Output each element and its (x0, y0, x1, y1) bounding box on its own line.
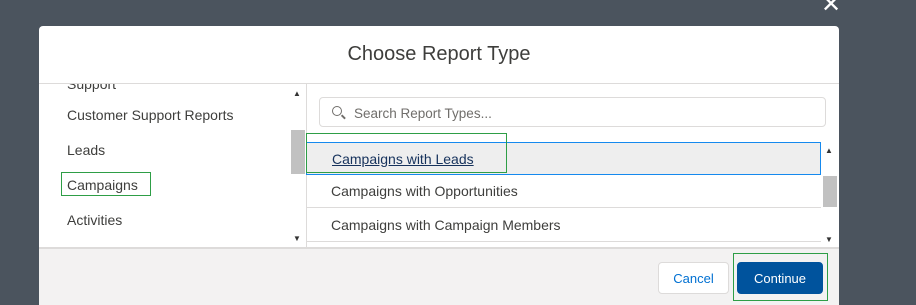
search-icon (332, 106, 342, 116)
report-type-row-campaigns-with-opportunities[interactable]: Campaigns with Opportunities (306, 175, 821, 208)
selected-row-highlight-box (306, 133, 507, 173)
scrollbar-thumb[interactable] (291, 130, 305, 174)
scrollbar-thumb[interactable] (823, 176, 837, 207)
category-item-activities[interactable]: Activities (67, 212, 122, 228)
report-category-list: Support Customer Support Reports Leads C… (39, 84, 307, 247)
category-item-leads[interactable]: Leads (67, 142, 105, 158)
category-list-scrollbar[interactable]: ▲ ▼ (291, 84, 305, 247)
category-item-customer-support-reports[interactable]: Customer Support Reports (67, 107, 234, 123)
scroll-down-arrow-icon[interactable]: ▼ (825, 235, 833, 244)
scroll-up-arrow-icon[interactable]: ▲ (825, 146, 833, 155)
report-type-list-scrollbar[interactable]: ▲ ▼ (823, 142, 837, 247)
modal-title: Choose Report Type (347, 43, 531, 65)
report-type-label[interactable]: Campaigns with Opportunities (306, 183, 518, 199)
report-type-row-campaigns-with-campaign-members[interactable]: Campaigns with Campaign Members (306, 209, 821, 242)
scroll-down-arrow-icon[interactable]: ▼ (293, 234, 301, 243)
scroll-up-arrow-icon[interactable]: ▲ (293, 89, 301, 98)
search-report-types[interactable] (319, 97, 826, 128)
category-item-partial[interactable]: Support (67, 84, 116, 92)
cancel-button[interactable]: Cancel (658, 262, 729, 294)
continue-button[interactable]: Continue (737, 262, 823, 294)
search-input[interactable] (352, 98, 816, 128)
modal-footer: Cancel Continue (39, 247, 839, 305)
close-icon[interactable]: ✕ (820, 0, 842, 17)
report-type-label[interactable]: Campaigns with Campaign Members (306, 217, 561, 233)
modal-header: Choose Report Type (39, 26, 839, 84)
choose-report-type-modal: Choose Report Type Support Customer Supp… (39, 26, 839, 305)
campaigns-highlight-box (61, 172, 151, 196)
